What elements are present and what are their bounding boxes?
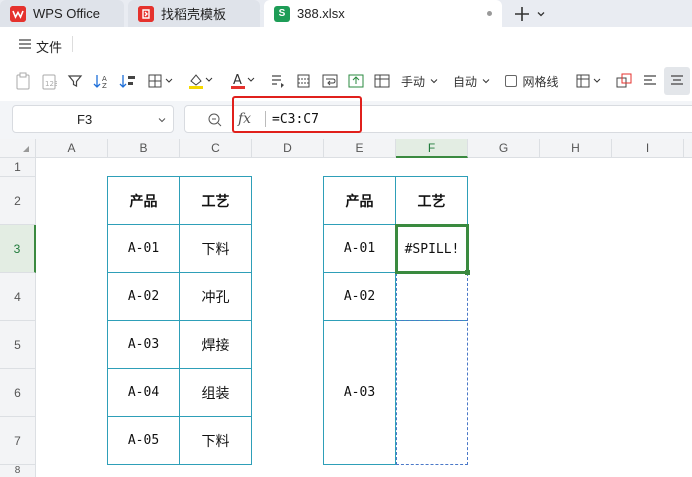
svg-text:123: 123 xyxy=(45,80,57,88)
active-cell-f3[interactable]: #SPILL! xyxy=(395,224,469,274)
column-header-d[interactable]: D xyxy=(252,139,324,158)
column-header-c[interactable]: C xyxy=(180,139,252,158)
table-cell[interactable]: 下料 xyxy=(180,225,251,272)
gridlines-label: 网格线 xyxy=(522,74,559,89)
column-header-i[interactable]: I xyxy=(612,139,684,158)
spreadsheet-icon: S xyxy=(274,5,290,22)
name-box-value: F3 xyxy=(77,112,93,127)
chevron-down-icon xyxy=(430,79,438,84)
spreadsheet-grid[interactable]: A B C D E F G H I 1 2 3 4 5 6 7 8 产品 工艺 … xyxy=(0,139,692,477)
row-header-2[interactable]: 2 xyxy=(0,177,36,225)
filter-icon[interactable] xyxy=(66,71,84,91)
formula-highlight-box xyxy=(232,96,362,133)
table-cell[interactable]: 冲孔 xyxy=(180,273,251,320)
spill-range-outline xyxy=(396,273,468,465)
align-center-icon[interactable] xyxy=(664,67,690,95)
table-cell[interactable]: A-01 xyxy=(324,225,395,272)
spill-error-value: #SPILL! xyxy=(404,241,460,257)
chevron-down-icon[interactable] xyxy=(536,8,546,18)
column-header-b[interactable]: B xyxy=(108,139,180,158)
tab-docer-templates[interactable]: 找稻壳模板 xyxy=(128,0,260,27)
table-cell[interactable]: 焊接 xyxy=(180,321,251,368)
tab-label: WPS Office xyxy=(33,6,100,21)
align-left-icon[interactable] xyxy=(640,71,660,91)
fill-color-icon[interactable] xyxy=(186,71,216,91)
zoom-search-icon[interactable] xyxy=(207,112,223,128)
table-cell[interactable]: 下料 xyxy=(180,417,251,464)
table-cell[interactable]: A-05 xyxy=(108,417,179,464)
table-cell[interactable]: A-01 xyxy=(108,225,179,272)
new-tab-plus-icon[interactable] xyxy=(512,4,532,24)
tab-bar: WPS Office 找稻壳模板 S 388.xlsx xyxy=(0,0,692,27)
tab-wps-office[interactable]: WPS Office xyxy=(0,0,124,27)
borders-icon[interactable] xyxy=(146,71,176,91)
table-cell[interactable]: A-02 xyxy=(324,273,395,320)
toolbar: 123 AZ A 手动 自动 网格线 xyxy=(0,61,692,101)
row-header-8[interactable]: 8 xyxy=(0,465,36,477)
column-header-next[interactable] xyxy=(684,139,692,158)
sort-descending-icon[interactable] xyxy=(118,71,138,91)
row-header-5[interactable]: 5 xyxy=(0,321,36,369)
gridlines-toggle[interactable]: 网格线 xyxy=(504,71,560,91)
tab-label: 找稻壳模板 xyxy=(161,7,227,22)
tab-388-xlsx[interactable]: S 388.xlsx xyxy=(264,0,502,27)
row-header-3[interactable]: 3 xyxy=(0,225,36,273)
merge-cells-icon[interactable] xyxy=(346,71,366,91)
cell-style-icon[interactable] xyxy=(614,71,634,91)
column-header-g[interactable]: G xyxy=(468,139,540,158)
column-header-h[interactable]: H xyxy=(540,139,612,158)
table-header-product[interactable]: 产品 xyxy=(324,177,395,224)
sort-ascending-icon[interactable]: AZ xyxy=(92,71,112,91)
table-header-product[interactable]: 产品 xyxy=(108,177,179,224)
table-header-process[interactable]: 工艺 xyxy=(396,177,467,224)
row-header-6[interactable]: 6 xyxy=(0,369,36,417)
calc-mode-auto[interactable]: 自动 xyxy=(450,71,494,91)
row-header-7[interactable]: 7 xyxy=(0,417,36,465)
chevron-down-icon xyxy=(482,79,490,84)
format-painter-icon[interactable]: 123 xyxy=(40,71,58,91)
hamburger-menu-icon[interactable] xyxy=(18,38,32,50)
divider xyxy=(72,36,73,52)
chevron-down-icon[interactable] xyxy=(157,115,167,125)
wrap-text-icon[interactable] xyxy=(320,71,340,91)
column-header-a[interactable]: A xyxy=(36,139,108,158)
table-cell[interactable]: A-04 xyxy=(108,369,179,416)
row-header-4[interactable]: 4 xyxy=(0,273,36,321)
table-cell[interactable]: 组装 xyxy=(180,369,251,416)
menu-row: 文件 xyxy=(0,27,692,61)
freeze-icon[interactable] xyxy=(372,71,392,91)
font-color-icon[interactable]: A xyxy=(228,71,258,91)
column-header-e[interactable]: E xyxy=(324,139,396,158)
spill-range-divider xyxy=(396,320,468,321)
table-header-process[interactable]: 工艺 xyxy=(180,177,251,224)
clear-icon[interactable] xyxy=(294,71,314,91)
tab-label: 388.xlsx xyxy=(297,6,345,21)
table-cell[interactable]: A-03 xyxy=(108,321,179,368)
merged-cell[interactable]: A-03 xyxy=(324,321,395,464)
column-header-f[interactable]: F xyxy=(396,139,468,158)
wps-logo-icon xyxy=(10,5,26,22)
calc-mode-manual[interactable]: 手动 xyxy=(398,71,442,91)
table-cell[interactable]: A-02 xyxy=(108,273,179,320)
file-menu[interactable]: 文件 xyxy=(36,37,62,56)
manual-label: 手动 xyxy=(400,74,425,89)
unsaved-dot-icon xyxy=(487,11,492,16)
select-all-corner[interactable] xyxy=(0,139,36,158)
format-icon[interactable] xyxy=(268,71,288,91)
fill-handle[interactable] xyxy=(465,270,470,275)
table-style-icon[interactable] xyxy=(574,71,604,91)
name-box[interactable]: F3 xyxy=(12,105,174,133)
auto-label: 自动 xyxy=(452,74,477,89)
paste-special-icon[interactable] xyxy=(14,71,32,91)
svg-text:Z: Z xyxy=(102,82,107,89)
svg-text:A: A xyxy=(233,73,242,88)
gridlines-checkbox[interactable] xyxy=(505,75,518,87)
docer-icon xyxy=(138,5,154,22)
row-header-1[interactable]: 1 xyxy=(0,158,36,177)
